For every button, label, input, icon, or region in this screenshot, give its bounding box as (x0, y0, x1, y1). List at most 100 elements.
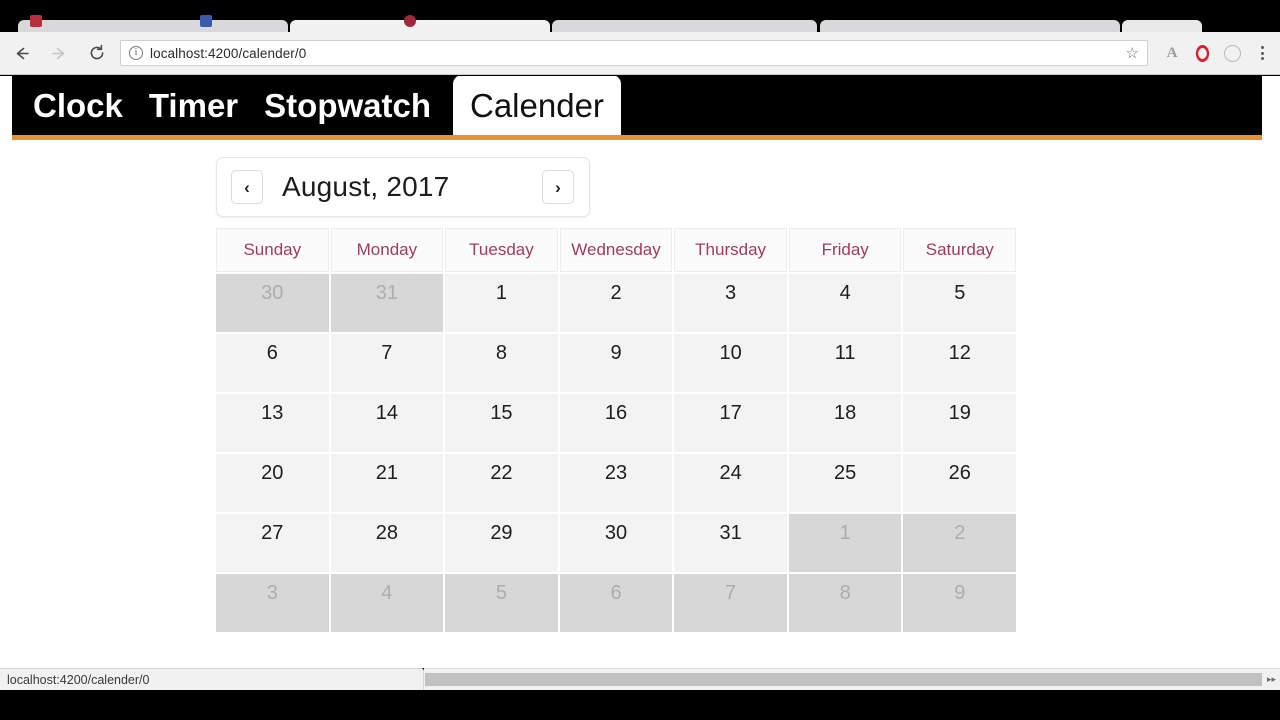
calendar-day-cell-adjacent-month[interactable]: 3 (216, 574, 329, 632)
calendar-day-cell[interactable]: 2 (559, 274, 673, 332)
site-info-icon[interactable]: i (129, 46, 143, 60)
calendar-day-cell-adjacent-month[interactable]: 7 (674, 574, 787, 632)
nav-item-calender[interactable]: Calender (453, 76, 621, 135)
nav-item-timer[interactable]: Timer (136, 89, 251, 135)
browser-tab[interactable] (820, 20, 1120, 32)
calendar-day-cell[interactable]: 22 (445, 454, 558, 512)
calendar-day-cell[interactable]: 19 (903, 394, 1017, 452)
page-viewport: Clock Timer Stopwatch Calender ‹ August,… (0, 76, 1280, 668)
calendar-week-row: 20 21 22 23 24 25 26 (216, 454, 1017, 512)
opera-extension-icon[interactable] (1188, 38, 1216, 68)
tab-strip (0, 0, 1280, 32)
weekday-header-row: Sunday Monday Tuesday Wednesday Thursday… (216, 228, 1017, 272)
browser-window: i localhost:4200/calender/0 ☆ A Clock Ti… (0, 0, 1280, 720)
calendar-day-cell[interactable]: 26 (903, 454, 1017, 512)
calendar-day-cell[interactable]: 7 (330, 334, 444, 392)
weekday-wednesday: Wednesday (559, 228, 673, 272)
scroll-right-icon[interactable]: ▸▸ (1263, 671, 1280, 688)
url-text[interactable]: localhost:4200/calender/0 (150, 46, 306, 61)
tab-favicon-icon (30, 15, 42, 27)
nav-item-clock[interactable]: Clock (20, 89, 136, 135)
weekday-tuesday: Tuesday (445, 228, 558, 272)
calendar-day-cell[interactable]: 21 (330, 454, 444, 512)
calendar-day-cell[interactable]: 10 (674, 334, 787, 392)
address-bar[interactable]: i localhost:4200/calender/0 ☆ (120, 40, 1148, 66)
next-month-button[interactable]: › (542, 170, 574, 204)
browser-tab[interactable] (552, 20, 817, 32)
calendar-day-cell[interactable]: 28 (330, 514, 444, 572)
tab-favicon-icon (200, 15, 212, 27)
chrome-menu-icon[interactable] (1248, 38, 1276, 68)
back-arrow-icon[interactable] (4, 36, 38, 70)
calendar-week-row: 3456789 (216, 574, 1017, 632)
calendar-day-cell[interactable]: 30 (559, 514, 673, 572)
calendar-day-cell[interactable]: 3 (674, 274, 787, 332)
calendar-day-cell[interactable]: 4 (788, 274, 902, 332)
month-title: August, 2017 (282, 171, 450, 202)
browser-tab-active[interactable] (290, 20, 550, 32)
app-navbar: Clock Timer Stopwatch Calender (12, 76, 1262, 140)
forward-arrow-icon (42, 36, 76, 70)
weekday-monday: Monday (330, 228, 444, 272)
browser-toolbar: i localhost:4200/calender/0 ☆ A (0, 32, 1280, 75)
horizontal-scrollbar-thumb[interactable] (425, 673, 1262, 686)
calendar-week-row: 6 7 8 9 10 11 12 (216, 334, 1017, 392)
calendar-week-row: 30 31 1 2 3 4 5 (216, 274, 1017, 332)
calendar-week-row: 13 14 15 16 17 18 19 (216, 394, 1017, 452)
calendar-day-cell[interactable]: 20 (216, 454, 329, 512)
weekday-sunday: Sunday (216, 228, 329, 272)
calendar-day-cell[interactable]: 17 (674, 394, 787, 452)
calendar-header: ‹ August, 2017 › (216, 157, 590, 217)
horizontal-scrollbar[interactable]: ▸▸ (424, 668, 1280, 690)
calendar-day-cell-adjacent-month[interactable]: 1 (788, 514, 902, 572)
calendar-day-cell[interactable]: 31 (674, 514, 787, 572)
calendar-day-cell[interactable]: 18 (788, 394, 902, 452)
pdf-extension-icon[interactable]: A (1158, 38, 1186, 68)
calendar-day-cell-adjacent-month[interactable]: 9 (903, 574, 1017, 632)
calendar-day-cell-adjacent-month[interactable]: 6 (559, 574, 673, 632)
new-tab-button[interactable] (1122, 20, 1202, 32)
calendar-day-cell-adjacent-month[interactable]: 8 (788, 574, 902, 632)
calendar-grid: Sunday Monday Tuesday Wednesday Thursday… (216, 228, 1017, 632)
calendar-day-cell-adjacent-month[interactable]: 31 (330, 274, 444, 332)
calendar-day-cell[interactable]: 27 (216, 514, 329, 572)
letterbox-bottom (0, 690, 1280, 720)
calendar-day-cell[interactable]: 13 (216, 394, 329, 452)
calendar-day-cell[interactable]: 12 (903, 334, 1017, 392)
weekday-saturday: Saturday (903, 228, 1017, 272)
bookmark-star-icon[interactable]: ☆ (1126, 44, 1139, 62)
calendar-day-cell[interactable]: 25 (788, 454, 902, 512)
browser-tab[interactable] (18, 20, 288, 32)
calendar-day-cell[interactable]: 11 (788, 334, 902, 392)
calendar-day-cell[interactable]: 15 (445, 394, 558, 452)
calendar-day-cell[interactable]: 1 (445, 274, 558, 332)
calendar-day-cell[interactable]: 23 (559, 454, 673, 512)
weekday-friday: Friday (788, 228, 902, 272)
app-nav-links: Clock Timer Stopwatch Calender (12, 76, 621, 135)
pdf-glyph: A (1166, 44, 1178, 61)
weekday-thursday: Thursday (674, 228, 787, 272)
calendar-widget: ‹ August, 2017 › Sunday Monday Tuesday W… (216, 157, 1017, 634)
calendar-day-cell[interactable]: 5 (903, 274, 1017, 332)
calendar-day-cell[interactable]: 8 (445, 334, 558, 392)
calendar-day-cell-adjacent-month[interactable]: 4 (330, 574, 444, 632)
calendar-day-cell[interactable]: 16 (559, 394, 673, 452)
reload-icon[interactable] (80, 36, 114, 70)
nav-item-stopwatch[interactable]: Stopwatch (251, 89, 444, 135)
calendar-weeks: 30 31 1 2 3 4 5 6 7 8 9 10 11 12 13 14 15 16 17 18 19 20 21 22 2… (216, 274, 1017, 632)
calendar-day-cell-adjacent-month[interactable]: 5 (445, 574, 558, 632)
extension-toolbar: A (1158, 38, 1280, 68)
vertical-scrollbar-gutter[interactable] (1265, 76, 1280, 668)
calendar-day-cell[interactable]: 6 (216, 334, 329, 392)
calendar-day-cell[interactable]: 29 (445, 514, 558, 572)
prev-month-button[interactable]: ‹ (231, 170, 263, 204)
calendar-day-cell[interactable]: 9 (559, 334, 673, 392)
calendar-day-cell-adjacent-month[interactable]: 2 (903, 514, 1017, 572)
calendar-day-cell-adjacent-month[interactable]: 30 (216, 274, 329, 332)
calendar-day-cell[interactable]: 14 (330, 394, 444, 452)
profile-avatar-icon[interactable] (1218, 38, 1246, 68)
calendar-day-cell[interactable]: 24 (674, 454, 787, 512)
status-link-target: localhost:4200/calender/0 (0, 668, 424, 690)
calendar-week-row: 27 28 29 30 31 1 2 (216, 514, 1017, 572)
tab-favicon-icon (404, 15, 416, 27)
